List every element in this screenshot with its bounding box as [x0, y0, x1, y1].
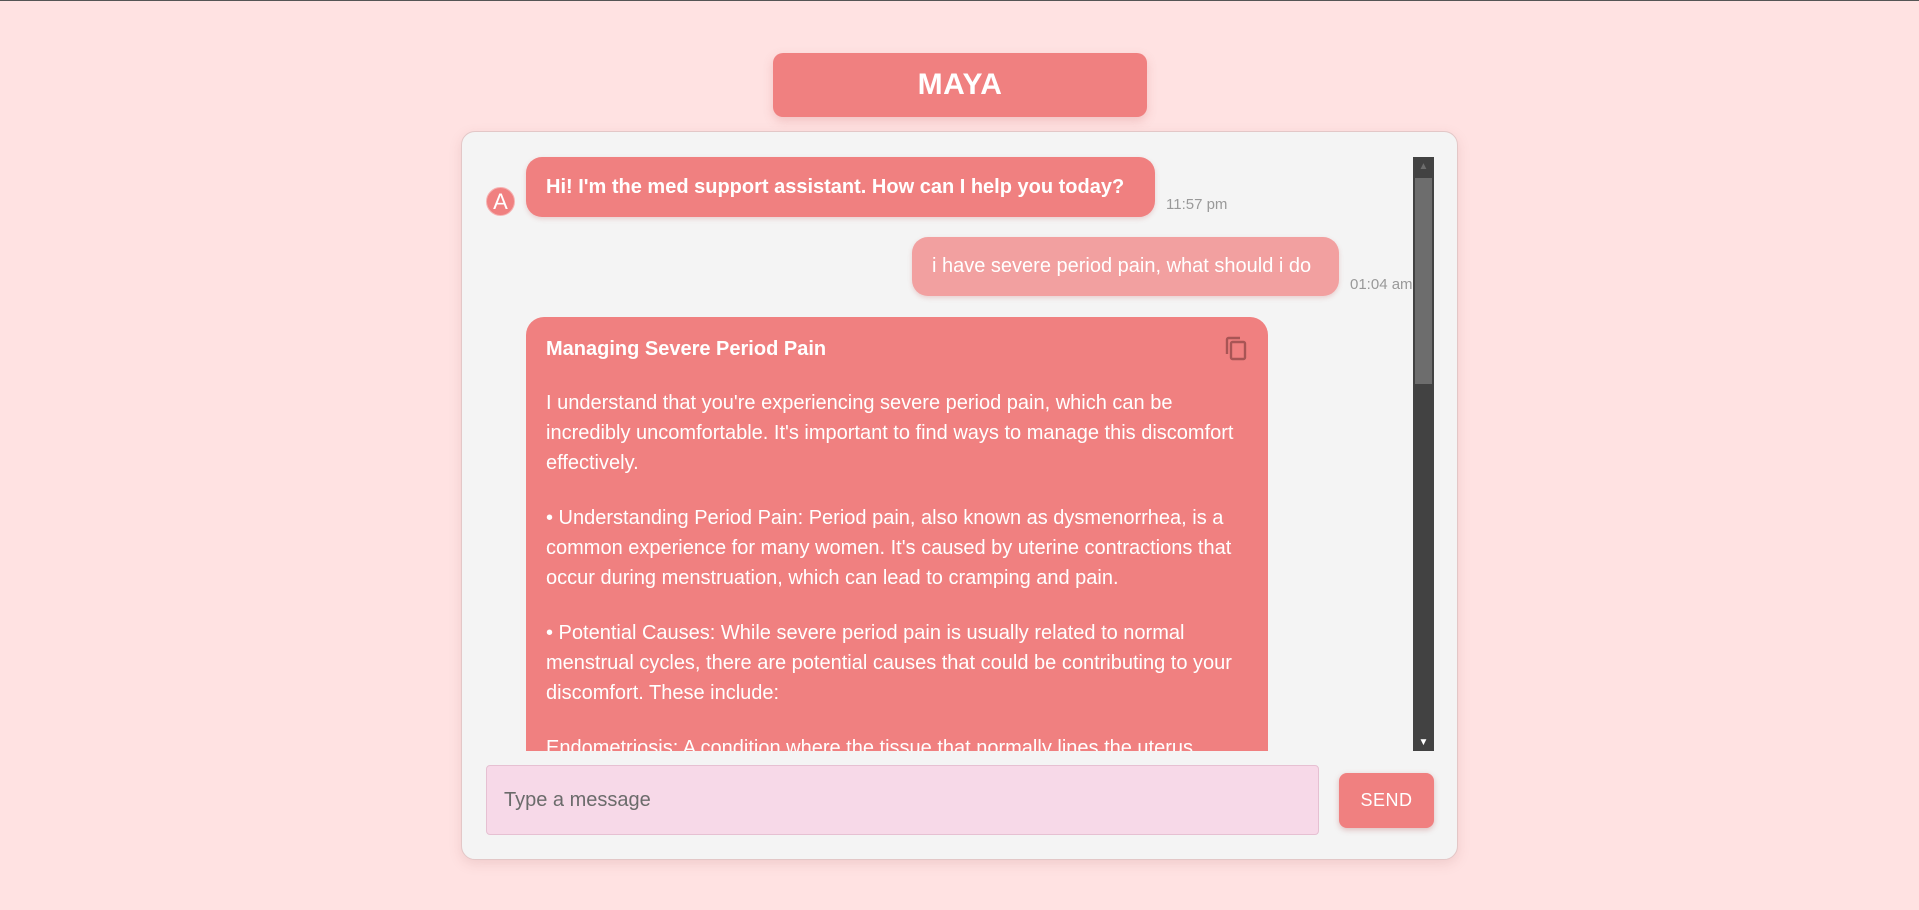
response-paragraph: • Understanding Period Pain: Period pain… — [546, 507, 1232, 589]
user-message-text: i have severe period pain, what should i… — [932, 255, 1312, 277]
messages-scrollbar[interactable]: ▲ ▼ — [1413, 157, 1434, 751]
bot-greeting-timestamp: 11:57 pm — [1166, 196, 1228, 213]
bot-response-message: Managing Severe Period Pain I understand… — [526, 317, 1268, 751]
message-input[interactable] — [486, 765, 1319, 835]
app-title-text: MAYA — [917, 68, 1003, 101]
bot-greeting-message: Hi! I'm the med support assistant. How c… — [526, 157, 1155, 217]
bot-response-viewport: Managing Severe Period Pain I understand… — [526, 317, 1268, 751]
scroll-down-arrow-icon[interactable]: ▼ — [1413, 733, 1434, 751]
send-button[interactable]: SEND — [1339, 773, 1434, 828]
scrollbar-thumb[interactable] — [1415, 178, 1432, 384]
response-title: Managing Severe Period Pain — [546, 338, 827, 360]
response-paragraph: Endometriosis: A condition where the tis… — [546, 737, 1194, 751]
bot-greeting-text: Hi! I'm the med support assistant. How c… — [546, 175, 1125, 198]
avatar-letter: A — [493, 188, 508, 214]
top-border — [0, 0, 1919, 1]
user-message: i have severe period pain, what should i… — [912, 237, 1339, 296]
user-message-timestamp: 01:04 am — [1350, 276, 1412, 293]
bot-avatar: A — [486, 187, 515, 216]
copy-icon[interactable] — [1224, 335, 1250, 363]
response-paragraph: • Potential Causes: While severe period … — [546, 622, 1232, 704]
response-paragraph: I understand that you're experiencing se… — [546, 392, 1234, 474]
scroll-up-arrow-icon[interactable]: ▲ — [1413, 157, 1434, 175]
app-title: MAYA — [773, 53, 1147, 117]
